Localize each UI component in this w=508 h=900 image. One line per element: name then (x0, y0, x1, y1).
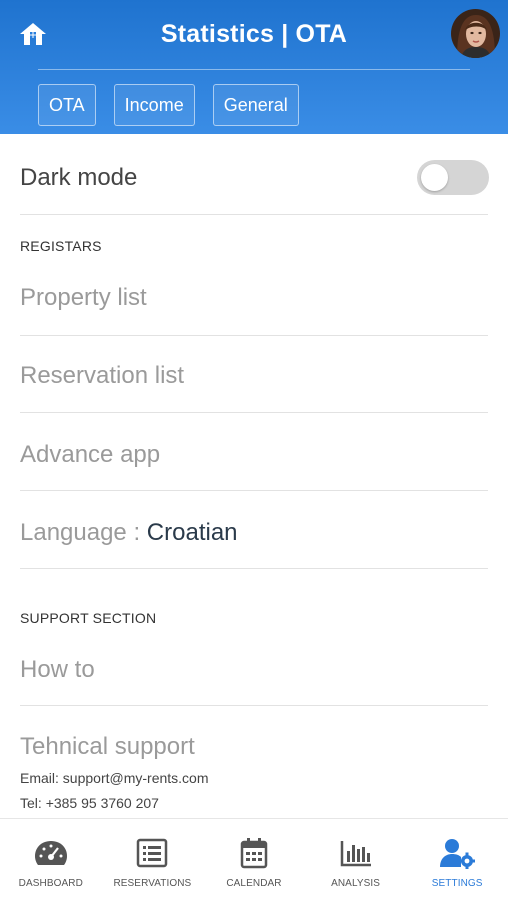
how-to-item[interactable]: How to (20, 646, 488, 706)
page-title: Statistics | OTA (160, 20, 348, 48)
nav-dashboard-label: DASHBOARD (18, 878, 83, 889)
nav-settings[interactable]: SETTINGS (406, 819, 508, 900)
nav-calendar[interactable]: CALENDAR (203, 819, 305, 900)
app-header: Statistics | OTA OTA Income General (0, 0, 508, 134)
tab-ota[interactable]: OTA (38, 84, 96, 126)
header-divider (38, 69, 470, 70)
calendar-icon (236, 837, 272, 869)
nav-settings-label: SETTINGS (431, 878, 483, 889)
advance-app-item[interactable]: Advance app (20, 431, 488, 491)
nav-dashboard[interactable]: DASHBOARD (0, 819, 102, 900)
nav-reservations-label: RESERVATIONS (113, 878, 192, 889)
nav-calendar-label: CALENDAR (226, 878, 282, 889)
tab-general[interactable]: General (212, 84, 299, 126)
nav-reservations[interactable]: RESERVATIONS (102, 819, 204, 900)
language-value: Croatian (146, 519, 238, 546)
toggle-knob (421, 164, 448, 191)
registars-heading: REGISTARS (20, 238, 102, 254)
user-gear-icon (439, 837, 476, 869)
avatar[interactable] (451, 9, 500, 58)
nav-analysis[interactable]: ANALYSIS (305, 819, 407, 900)
how-to-label: How to (20, 656, 95, 683)
bar-chart-icon (338, 837, 374, 869)
dark-mode-toggle[interactable] (417, 160, 489, 195)
speedometer-icon (33, 837, 69, 869)
property-list-item[interactable]: Property list (20, 276, 488, 336)
tel-value: +385 95 3760 207 (45, 795, 159, 811)
reservation-list-item[interactable]: Reservation list (20, 353, 488, 413)
bottom-nav: DASHBOARD RESERVATIONS CALENDAR ANALYSIS… (0, 818, 508, 900)
support-email[interactable]: Email: support@my-rents.com (20, 770, 209, 786)
technical-support-label: Tehnical support (20, 733, 195, 760)
language-item[interactable]: Language : Croatian (20, 508, 488, 569)
property-list-label: Property list (20, 284, 147, 311)
list-icon (134, 837, 170, 869)
reservation-list-label: Reservation list (20, 362, 185, 389)
tab-income[interactable]: Income (113, 84, 195, 126)
technical-support-item[interactable]: Tehnical support (20, 724, 488, 766)
stats-tabs: OTA Income General (38, 84, 299, 126)
email-value: support@my-rents.com (62, 770, 209, 786)
email-label: Email: (20, 770, 63, 786)
language-label: Language : (20, 519, 147, 546)
advance-app-label: Advance app (20, 441, 161, 468)
support-heading: SUPPORT SECTION (20, 610, 157, 626)
support-phone[interactable]: Tel: +385 95 3760 207 (20, 795, 159, 811)
tel-label: Tel: (20, 795, 46, 811)
nav-analysis-label: ANALYSIS (331, 878, 381, 889)
